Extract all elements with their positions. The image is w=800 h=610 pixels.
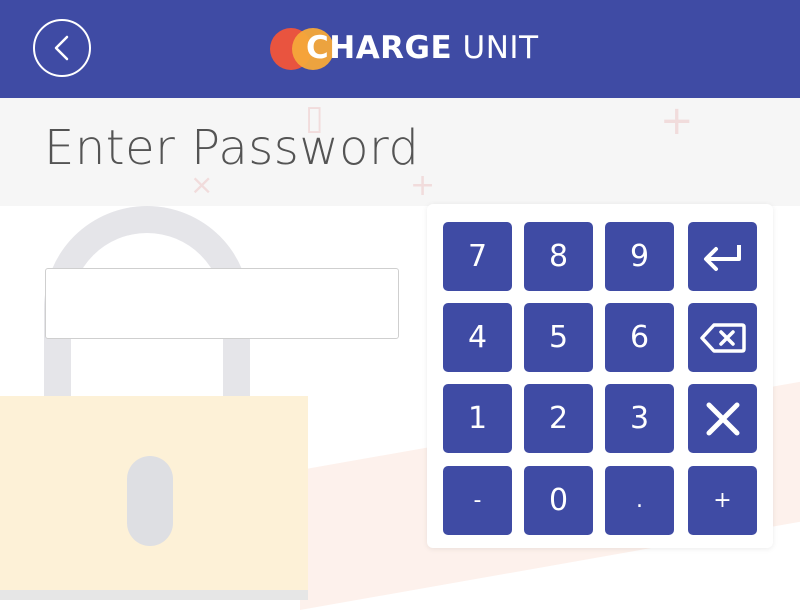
keyhole-icon: [127, 456, 173, 546]
enter-key[interactable]: [688, 222, 757, 291]
key-0[interactable]: 0: [524, 466, 593, 535]
app-header: CHARGE UNIT: [0, 0, 800, 98]
page-title: Enter Password: [44, 120, 420, 176]
key-7[interactable]: 7: [443, 222, 512, 291]
decor-plus-icon: +: [660, 98, 694, 144]
key-4[interactable]: 4: [443, 303, 512, 372]
backspace-key[interactable]: [688, 303, 757, 372]
brand-name: CHARGE UNIT: [306, 30, 539, 66]
key-decimal[interactable]: .: [605, 466, 674, 535]
key-8[interactable]: 8: [524, 222, 593, 291]
padlock-illustration: [0, 206, 320, 600]
clear-key[interactable]: [688, 384, 757, 453]
back-arrow-icon: [54, 35, 69, 61]
numeric-keypad: 7 8 9 4 5 6 1 2 3 - 0 . +: [427, 204, 773, 548]
password-field[interactable]: [45, 268, 399, 339]
key-6[interactable]: 6: [605, 303, 674, 372]
key-2[interactable]: 2: [524, 384, 593, 453]
backspace-icon: [699, 322, 746, 353]
key-minus[interactable]: -: [443, 466, 512, 535]
padlock-base: [0, 590, 308, 600]
key-plus[interactable]: +: [688, 466, 757, 535]
key-1[interactable]: 1: [443, 384, 512, 453]
key-3[interactable]: 3: [605, 384, 674, 453]
enter-icon: [703, 244, 741, 271]
brand-name-light: UNIT: [462, 30, 539, 66]
brand-logo: CHARGE UNIT: [270, 26, 538, 72]
key-5[interactable]: 5: [524, 303, 593, 372]
key-9[interactable]: 9: [605, 222, 674, 291]
back-button[interactable]: [33, 19, 91, 77]
close-icon: [706, 402, 739, 435]
brand-name-bold: CHARGE: [306, 30, 453, 66]
